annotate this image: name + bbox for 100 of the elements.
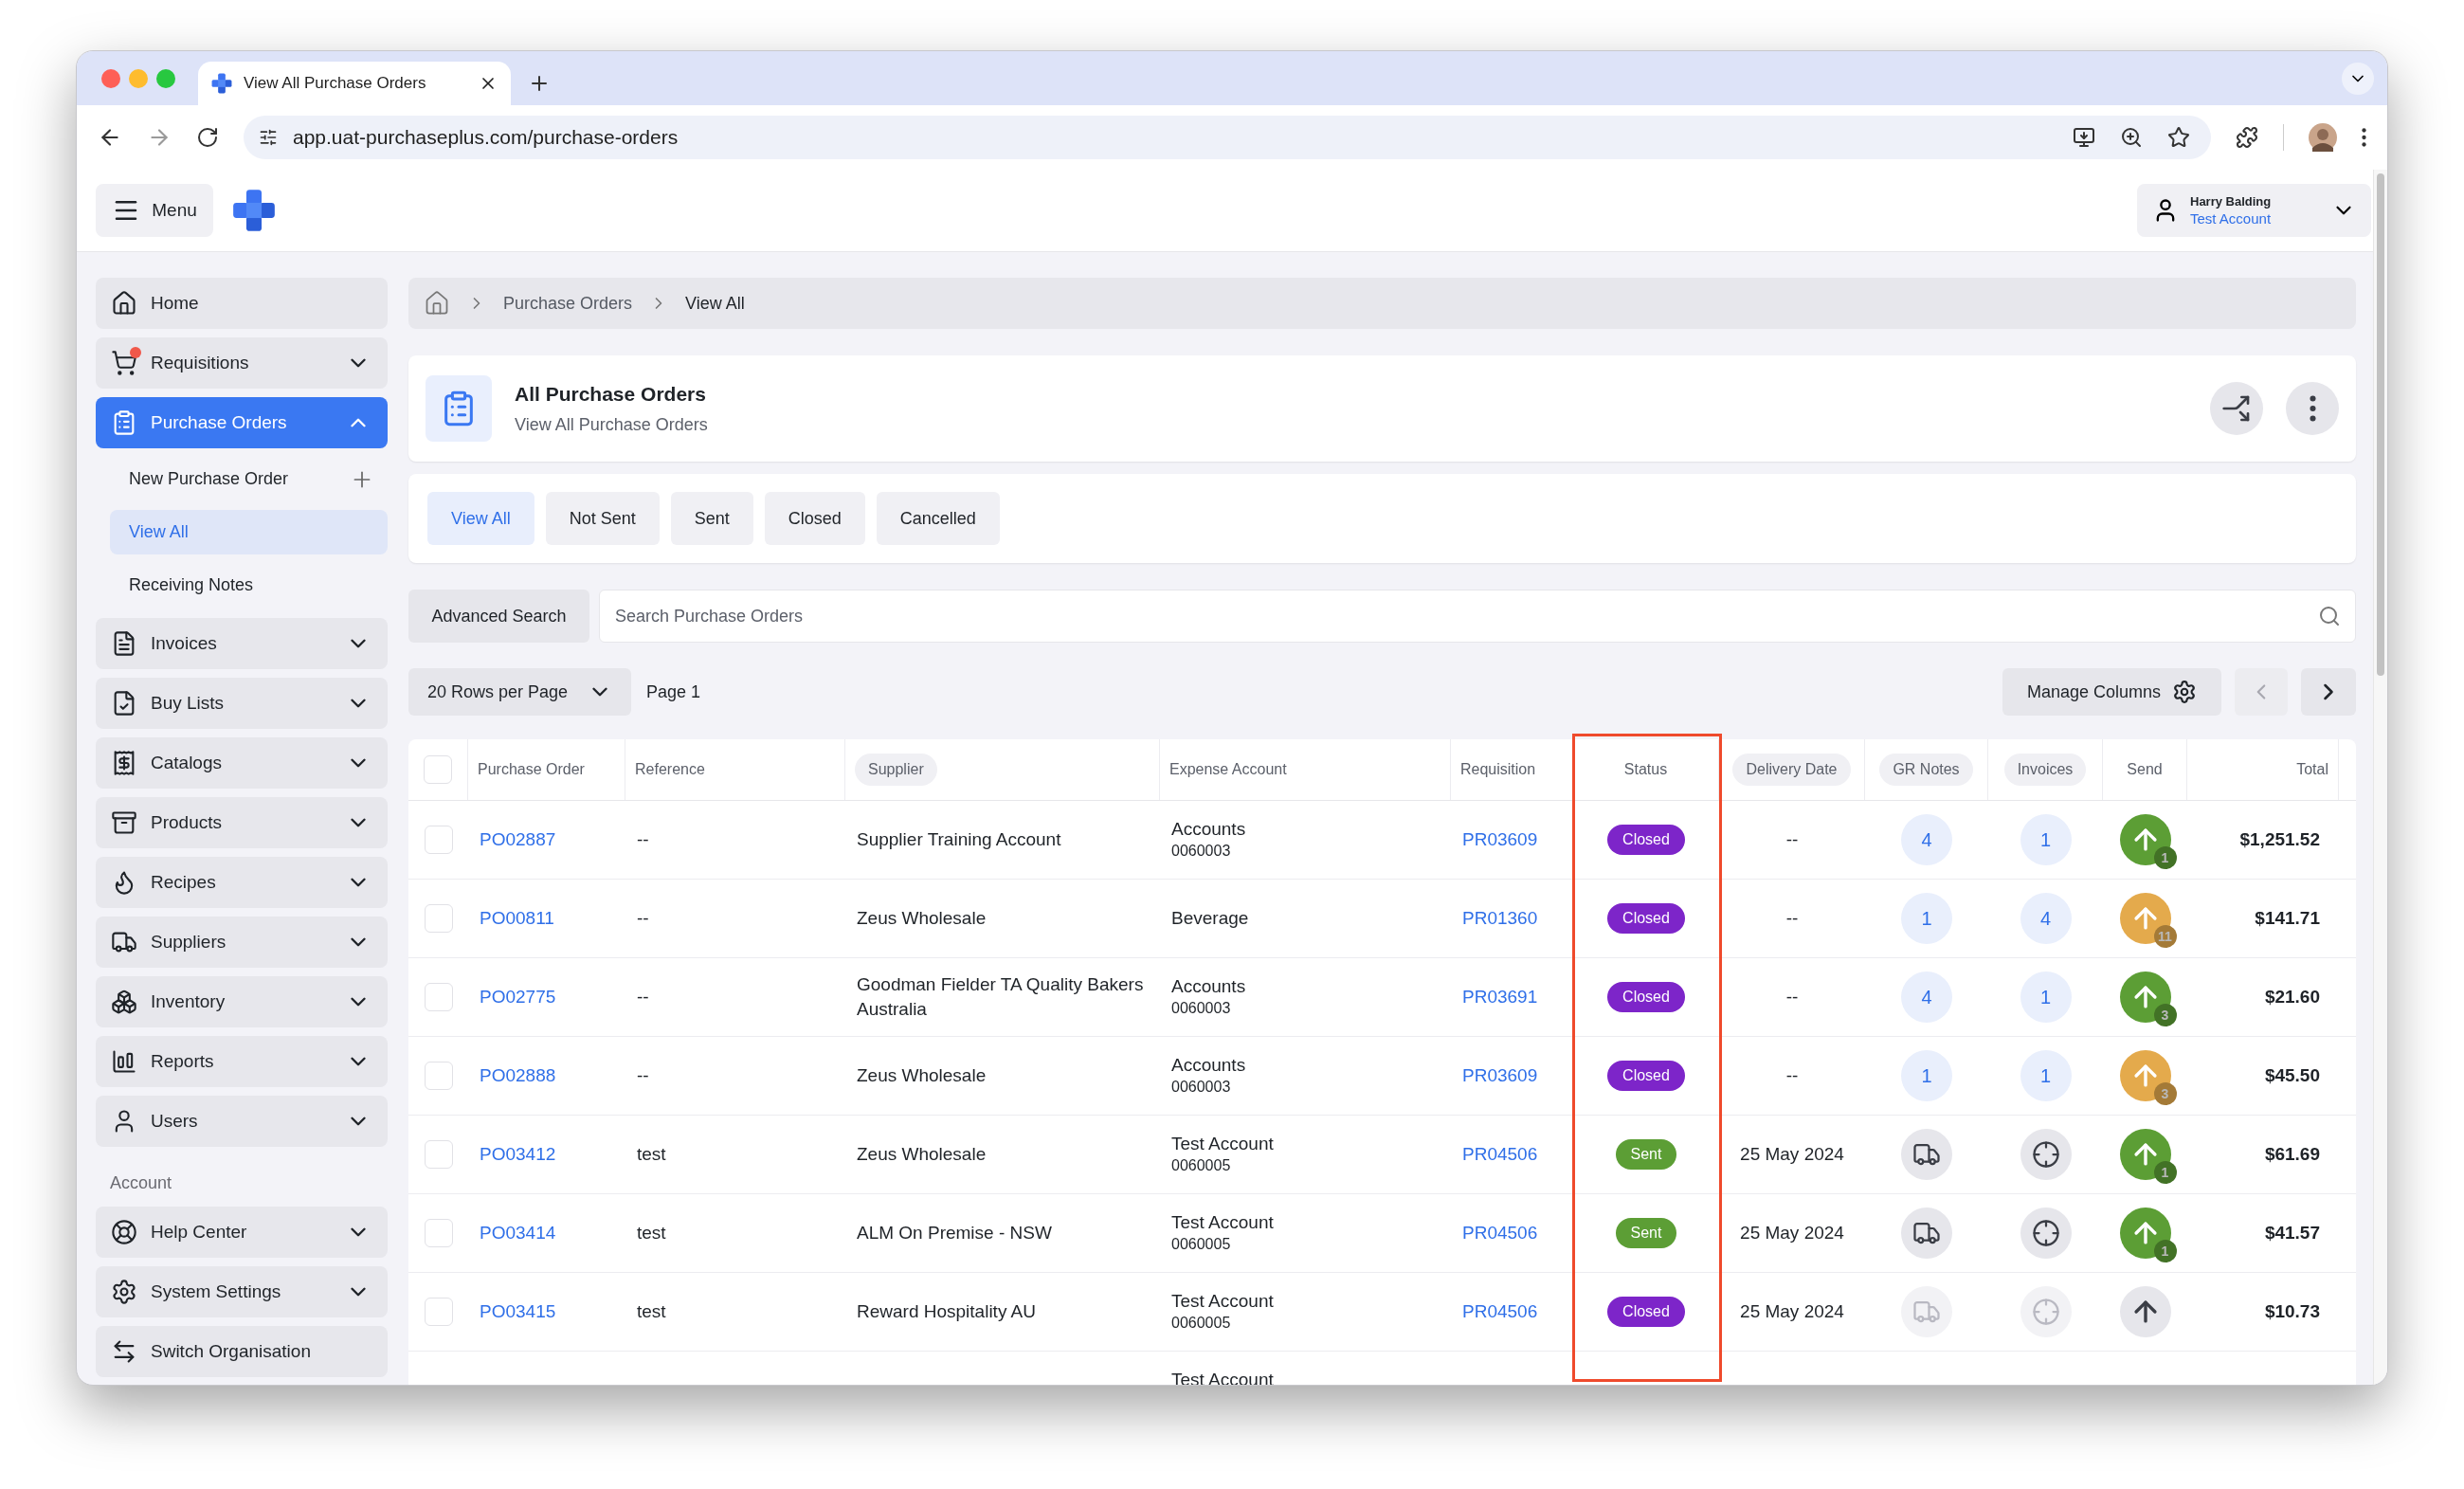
filter-tab[interactable]: Not Sent <box>545 492 660 545</box>
table-cell-text: Zeus Wholesale <box>857 1064 987 1087</box>
page-title: All Purchase Orders <box>515 381 707 407</box>
table-cell-text: test <box>637 1221 666 1244</box>
sidebar-item[interactable]: Home <box>96 278 388 329</box>
status-badge: Closed <box>1607 1297 1685 1327</box>
table-cell-text: test <box>637 1299 666 1323</box>
breadcrumb-link[interactable]: View All <box>685 290 745 317</box>
requisition-link[interactable]: PR04506 <box>1462 1140 1538 1169</box>
requisition-link[interactable]: PR01360 <box>1462 904 1538 933</box>
sidebar-item[interactable]: Inventory <box>96 976 388 1027</box>
table-cell-text: -- <box>1785 1063 1799 1087</box>
user-name: Harry Balding <box>2190 193 2272 209</box>
requisition-link[interactable]: PR03691 <box>1462 983 1538 1011</box>
status-badge: Sent <box>1615 1139 1677 1170</box>
status-badge: Closed <box>1607 1061 1685 1091</box>
sidebar-item[interactable]: Switch Organisation <box>96 1326 388 1377</box>
purchase-order-link[interactable]: PO02888 <box>480 1062 556 1090</box>
status-badge: Closed <box>1607 982 1685 1012</box>
count-badge: 1 <box>2153 1161 2177 1184</box>
sidebar-item[interactable]: Products <box>96 797 388 848</box>
table-cell-text: $21.60 <box>2264 985 2320 1008</box>
column-header[interactable]: GR Notes <box>1879 754 1973 786</box>
filter-tab[interactable]: Sent <box>670 492 753 545</box>
count-badge[interactable]: 1 <box>2020 971 2072 1023</box>
purchase-order-link[interactable]: PO03415 <box>480 1298 556 1326</box>
search-field[interactable]: Search Purchase Orders <box>599 590 2356 643</box>
sidebar-item[interactable]: Invoices <box>96 618 388 669</box>
filter-tab[interactable]: Cancelled <box>876 492 1000 545</box>
column-header[interactable]: Delivery Date <box>1732 754 1851 786</box>
table-cell: Test Account <box>1171 1290 1274 1313</box>
table-cell: Accounts <box>1171 1054 1246 1077</box>
column-header[interactable]: Supplier <box>855 754 937 786</box>
table-cell-text: Zeus Wholesale <box>857 907 987 930</box>
table-cell-text: $1,251.52 <box>2239 827 2320 851</box>
sidebar-item[interactable]: Requisitions <box>96 337 388 389</box>
status-badge: Sent <box>1615 1218 1677 1248</box>
sidebar-item[interactable]: Purchase Orders <box>96 397 388 448</box>
column-header[interactable]: Invoices <box>2003 754 2087 786</box>
table-cell-text: $45.50 <box>2264 1063 2320 1087</box>
table-cell: Test Account <box>1171 1133 1274 1155</box>
count-badge[interactable]: 1 <box>1901 893 1952 944</box>
requisition-link[interactable]: PR04506 <box>1462 1298 1538 1326</box>
sidebar-item[interactable]: Reports <box>96 1036 388 1087</box>
count-badge[interactable]: 4 <box>1901 971 1952 1023</box>
column-header: Requisition <box>1460 760 1536 779</box>
sidebar-item[interactable]: Buy Lists <box>96 678 388 729</box>
sidebar-item[interactable]: Recipes <box>96 857 388 908</box>
table-cell-text: -- <box>637 827 649 851</box>
table-cell: Accounts <box>1171 818 1246 841</box>
requisition-link[interactable]: PR03609 <box>1462 826 1538 854</box>
table-cell: Accounts <box>1171 975 1246 998</box>
rows-per-page-select[interactable]: 20 Rows per Page <box>408 668 631 716</box>
requisition-link[interactable]: PR03609 <box>1462 1062 1538 1090</box>
browser-tab[interactable]: View All Purchase Orders <box>198 62 511 105</box>
table-cell-text: -- <box>637 985 649 1008</box>
table-cell-text: -- <box>1785 985 1799 1008</box>
sidebar-item[interactable]: Suppliers <box>96 917 388 968</box>
table-cell: Beverage <box>1171 907 1249 930</box>
section-label: Account <box>109 1172 173 1194</box>
sidebar-item[interactable]: Help Center <box>96 1207 388 1258</box>
count-badge: 3 <box>2153 1082 2177 1105</box>
purchase-order-link[interactable]: PO03412 <box>480 1140 556 1169</box>
purchase-order-link[interactable]: PO03414 <box>480 1219 556 1247</box>
submenu-item[interactable]: New Purchase Order <box>110 457 388 501</box>
submenu-item[interactable]: View All <box>110 510 388 554</box>
account-code: 0060005 <box>1171 1235 1231 1254</box>
sidebar-item[interactable]: Users <box>96 1096 388 1147</box>
account-switcher[interactable]: Harry Balding Test Account <box>2137 184 2371 237</box>
purchase-order-link[interactable]: PO02887 <box>480 826 556 854</box>
count-badge[interactable]: 4 <box>2020 893 2072 944</box>
purchase-order-link[interactable]: PO00811 <box>480 904 554 933</box>
filter-tab[interactable]: Closed <box>764 492 865 545</box>
purchase-order-link[interactable]: PO02775 <box>480 983 556 1011</box>
page-subtitle: View All Purchase Orders <box>515 414 709 437</box>
menu-button[interactable]: Menu <box>96 184 213 237</box>
breadcrumb-link[interactable]: Purchase Orders <box>503 290 633 317</box>
manage-columns-button[interactable]: Manage Columns <box>2002 668 2221 716</box>
advanced-search-button[interactable]: Advanced Search <box>408 590 589 643</box>
count-badge[interactable]: 4 <box>1901 814 1952 865</box>
table-cell-text: 25 May 2024 <box>1740 1221 1844 1244</box>
count-badge[interactable]: 1 <box>2020 814 2072 865</box>
address-bar[interactable]: app.uat-purchaseplus.com/purchase-orders <box>244 116 2211 159</box>
count-badge: 1 <box>2153 846 2177 869</box>
table-cell-text: ALM On Premise - NSW <box>857 1222 1052 1244</box>
submenu-item[interactable]: Receiving Notes <box>110 563 388 608</box>
count-badge[interactable]: 1 <box>2020 1050 2072 1101</box>
column-header: Reference <box>635 760 705 779</box>
count-badge[interactable]: 1 <box>1901 1050 1952 1101</box>
filter-tab[interactable]: View All <box>427 492 534 545</box>
sidebar-item[interactable]: System Settings <box>96 1266 388 1317</box>
table-cell-text: Supplier Training Account <box>857 828 1061 851</box>
column-header: Purchase Order <box>478 760 585 779</box>
status-badge: Closed <box>1607 825 1685 855</box>
sidebar-item[interactable]: Catalogs <box>96 737 388 789</box>
count-badge: 1 <box>2153 1240 2177 1262</box>
account-name: Test Account <box>2190 209 2272 227</box>
column-header: Send <box>2127 760 2163 779</box>
requisition-link[interactable]: PR04506 <box>1462 1219 1538 1247</box>
column-header: Total <box>2296 760 2328 779</box>
